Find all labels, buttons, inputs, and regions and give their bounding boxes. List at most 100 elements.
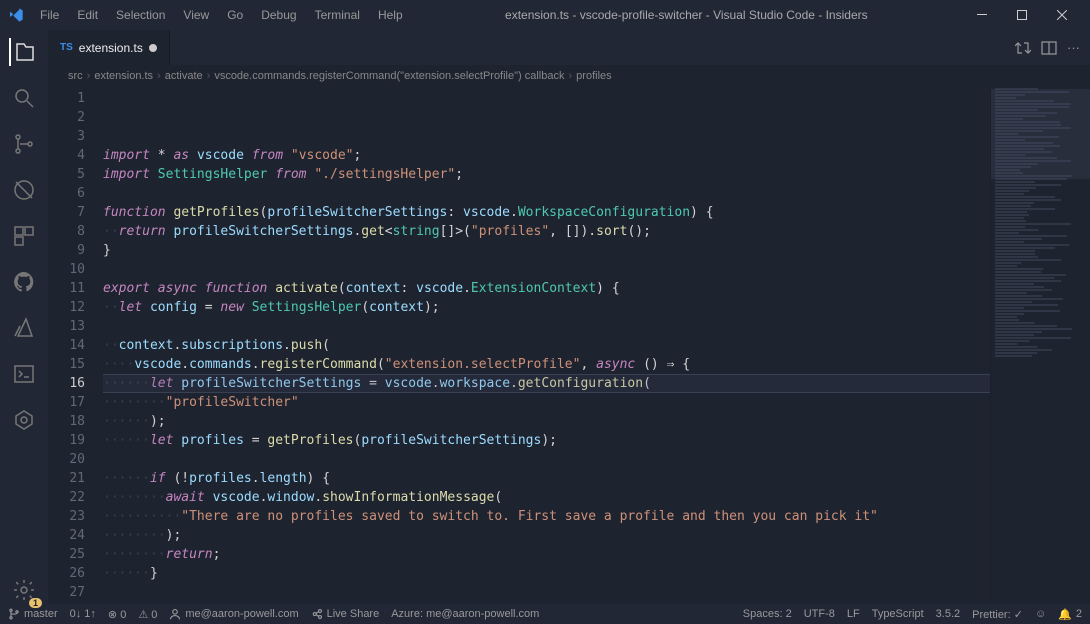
- chevron-right-icon: ›: [207, 70, 211, 82]
- line-number: 2: [48, 108, 85, 127]
- breadcrumb-item[interactable]: src: [68, 70, 83, 82]
- minimize-button[interactable]: [962, 0, 1002, 30]
- encoding-status[interactable]: UTF-8: [804, 608, 835, 620]
- chevron-right-icon: ›: [569, 70, 573, 82]
- search-icon[interactable]: [10, 84, 38, 112]
- code-line[interactable]: ··········"There are no profiles saved t…: [103, 507, 990, 526]
- chevron-right-icon: ›: [87, 70, 91, 82]
- tabbar: TS extension.ts ···: [48, 30, 1090, 65]
- code-line[interactable]: ······let profile = await vscode.window.…: [103, 602, 990, 604]
- code-line[interactable]: import SettingsHelper from "./settingsHe…: [103, 165, 990, 184]
- menu-debug[interactable]: Debug: [253, 4, 304, 26]
- azure-status[interactable]: Azure: me@aaron-powell.com: [391, 608, 539, 620]
- menubar: FileEditSelectionViewGoDebugTerminalHelp: [32, 4, 411, 26]
- debug-icon[interactable]: [10, 176, 38, 204]
- explorer-icon[interactable]: [9, 38, 37, 66]
- notifications-icon[interactable]: 🔔 2: [1058, 608, 1082, 621]
- line-number: 22: [48, 488, 85, 507]
- code-line[interactable]: [103, 260, 990, 279]
- code-line[interactable]: [103, 184, 990, 203]
- menu-view[interactable]: View: [175, 4, 217, 26]
- close-button[interactable]: [1042, 0, 1082, 30]
- eol-status[interactable]: LF: [847, 608, 860, 620]
- terminal-icon[interactable]: [10, 360, 38, 388]
- problems-warnings[interactable]: ⚠ 0: [138, 608, 157, 621]
- line-number: 3: [48, 127, 85, 146]
- tab-extension-ts[interactable]: TS extension.ts: [48, 30, 170, 65]
- typescript-file-icon: TS: [60, 42, 73, 53]
- breadcrumb-item[interactable]: vscode.commands.registerCommand("extensi…: [214, 70, 564, 82]
- line-number: 4: [48, 146, 85, 165]
- breadcrumb-item[interactable]: extension.ts: [94, 70, 153, 82]
- code-line[interactable]: ····vscode.commands.registerCommand("ext…: [103, 355, 990, 374]
- ts-version[interactable]: 3.5.2: [936, 608, 960, 620]
- prettier-status[interactable]: Prettier: ✓: [972, 608, 1023, 621]
- compare-changes-icon[interactable]: [1015, 40, 1031, 56]
- breadcrumb-item[interactable]: profiles: [576, 70, 611, 82]
- code-line[interactable]: ······}: [103, 564, 990, 583]
- vscode-logo-icon: [8, 7, 24, 23]
- code-line[interactable]: [103, 450, 990, 469]
- azure-icon[interactable]: [10, 314, 38, 342]
- tab-label: extension.ts: [79, 41, 143, 55]
- code-line[interactable]: ········);: [103, 526, 990, 545]
- indentation-status[interactable]: Spaces: 2: [743, 608, 792, 620]
- code-line[interactable]: ··return profileSwitcherSettings.get<str…: [103, 222, 990, 241]
- language-status[interactable]: TypeScript: [872, 608, 924, 620]
- line-number: 25: [48, 545, 85, 564]
- git-sync[interactable]: 0↓ 1↑: [70, 608, 96, 620]
- line-number: 16: [48, 374, 85, 393]
- split-editor-icon[interactable]: [1041, 40, 1057, 56]
- line-number: 14: [48, 336, 85, 355]
- menu-edit[interactable]: Edit: [69, 4, 106, 26]
- line-number: 6: [48, 184, 85, 203]
- menu-help[interactable]: Help: [370, 4, 411, 26]
- dirty-indicator-icon: [149, 44, 157, 52]
- feedback-icon[interactable]: ☺: [1035, 608, 1046, 620]
- gutter: 1234567891011121314151617181920212223242…: [48, 87, 103, 604]
- line-number: 15: [48, 355, 85, 374]
- menu-terminal[interactable]: Terminal: [307, 4, 368, 26]
- settings-badge: 1: [29, 598, 42, 608]
- code-line[interactable]: }: [103, 241, 990, 260]
- maximize-button[interactable]: [1002, 0, 1042, 30]
- line-number: 23: [48, 507, 85, 526]
- code-line[interactable]: ··let config = new SettingsHelper(contex…: [103, 298, 990, 317]
- menu-go[interactable]: Go: [219, 4, 251, 26]
- line-number: 10: [48, 260, 85, 279]
- breadcrumb-item[interactable]: activate: [165, 70, 203, 82]
- kubernetes-icon[interactable]: [10, 406, 38, 434]
- code-line[interactable]: ··context.subscriptions.push(: [103, 336, 990, 355]
- extensions-icon[interactable]: [10, 222, 38, 250]
- account-status[interactable]: me@aaron-powell.com: [169, 608, 298, 620]
- code-line[interactable]: ········return;: [103, 545, 990, 564]
- breadcrumb[interactable]: src › extension.ts › activate › vscode.c…: [48, 65, 1090, 87]
- code-line[interactable]: function getProfiles(profileSwitcherSett…: [103, 203, 990, 222]
- code-line[interactable]: ········await vscode.window.showInformat…: [103, 488, 990, 507]
- code-line[interactable]: import * as vscode from "vscode";: [103, 146, 990, 165]
- code-line[interactable]: ······);: [103, 412, 990, 431]
- code-line[interactable]: [103, 583, 990, 602]
- git-branch[interactable]: master: [8, 608, 58, 620]
- code-line[interactable]: [103, 317, 990, 336]
- minimap[interactable]: [990, 87, 1090, 604]
- statusbar: master 0↓ 1↑ ⊗ 0 ⚠ 0 me@aaron-powell.com…: [0, 604, 1090, 624]
- line-number: 9: [48, 241, 85, 260]
- code-line[interactable]: ······if (!profiles.length) {: [103, 469, 990, 488]
- source-control-icon[interactable]: [10, 130, 38, 158]
- code-line[interactable]: export async function activate(context: …: [103, 279, 990, 298]
- more-actions-icon[interactable]: ···: [1067, 40, 1080, 55]
- code-line[interactable]: ······let profiles = getProfiles(profile…: [103, 431, 990, 450]
- live-share[interactable]: Live Share: [311, 608, 380, 620]
- line-number: 19: [48, 431, 85, 450]
- code-line[interactable]: ········"profileSwitcher": [103, 393, 990, 412]
- line-number: 13: [48, 317, 85, 336]
- github-icon[interactable]: [10, 268, 38, 296]
- settings-gear-icon[interactable]: 1: [10, 576, 38, 604]
- problems-errors[interactable]: ⊗ 0: [108, 608, 126, 621]
- menu-file[interactable]: File: [32, 4, 67, 26]
- chevron-right-icon: ›: [157, 70, 161, 82]
- line-number: 26: [48, 564, 85, 583]
- code-editor[interactable]: import * as vscode from "vscode";import …: [103, 87, 990, 604]
- menu-selection[interactable]: Selection: [108, 4, 173, 26]
